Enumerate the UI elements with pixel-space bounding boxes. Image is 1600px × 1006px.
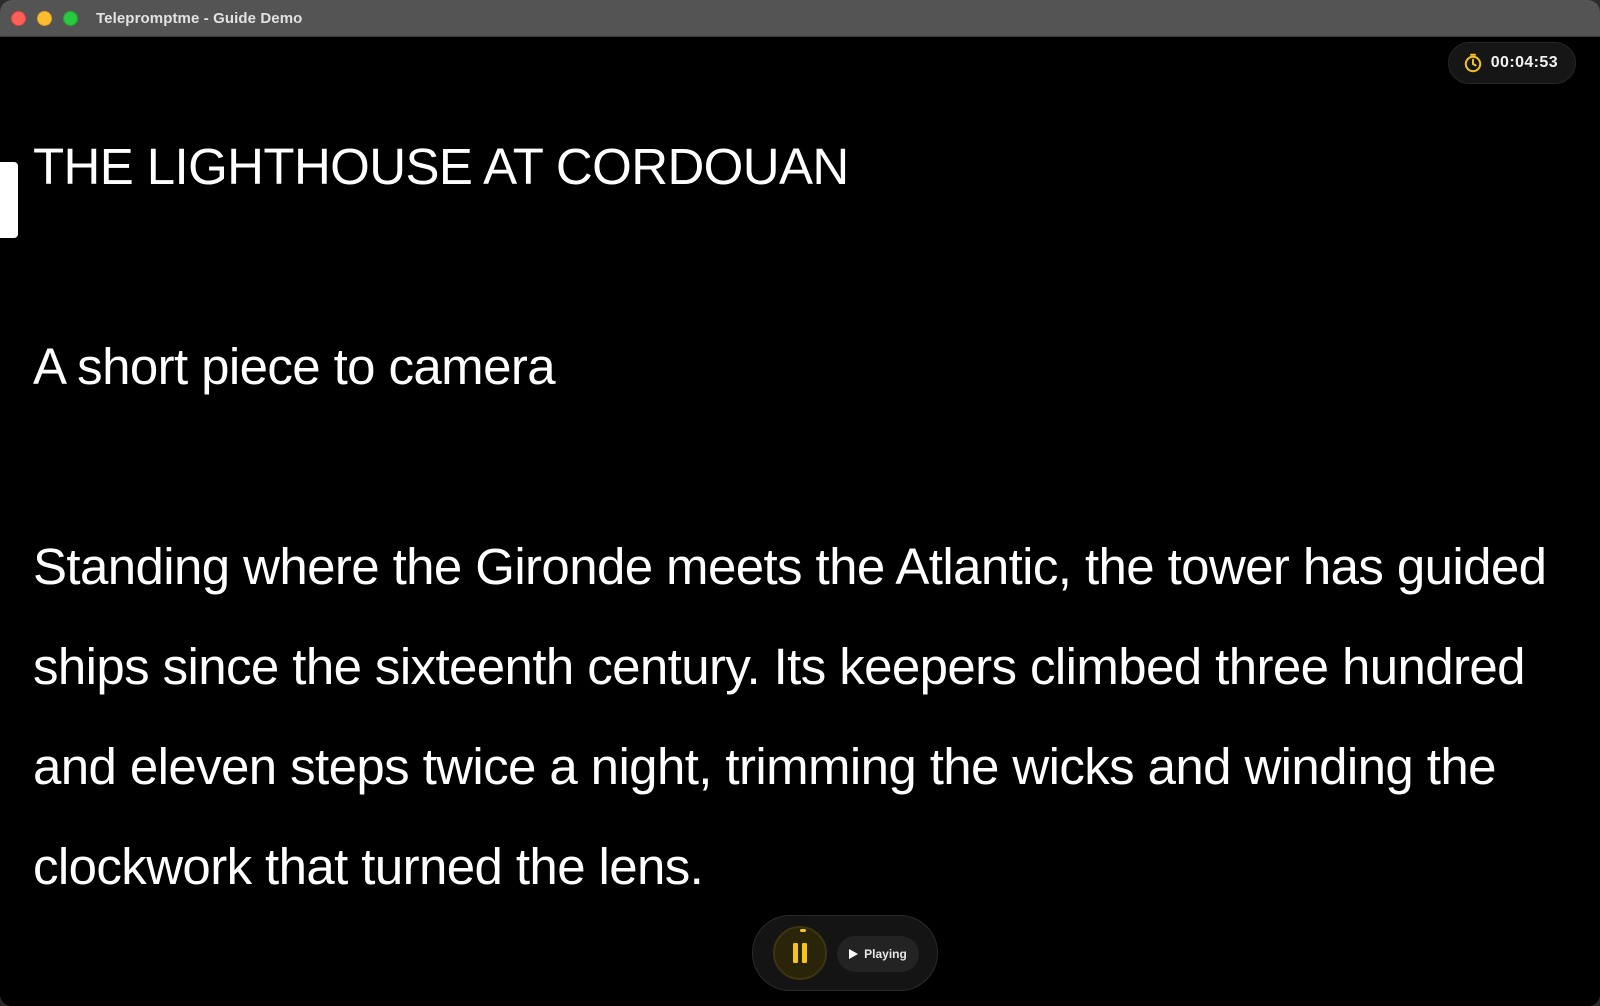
close-window-button[interactable]	[11, 11, 26, 26]
script-line: and eleven steps twice a night, trimming…	[33, 738, 1496, 795]
playback-status-label: Playing	[864, 947, 907, 961]
script-line: clockwork that turned the lens.	[33, 838, 704, 895]
app-window: Telepromptme - Guide Demo 00:04:53 THE L…	[0, 0, 1600, 1006]
timer-icon	[1464, 53, 1481, 73]
elapsed-timer: 00:04:53	[1447, 42, 1576, 84]
title-bar: Telepromptme - Guide Demo	[0, 0, 1600, 37]
timer-value: 00:04:53	[1490, 54, 1558, 71]
script-line: ships since the sixteenth century. Its k…	[33, 638, 1526, 695]
script-text: THE LIGHTHOUSE AT CORDOUAN A short piece…	[33, 117, 1593, 917]
play-icon	[849, 949, 859, 959]
pause-icon	[793, 943, 807, 963]
window-title: Telepromptme - Guide Demo	[96, 10, 303, 27]
progress-indicator	[800, 929, 806, 932]
pause-button[interactable]	[773, 926, 827, 980]
playback-status[interactable]: Playing	[837, 936, 919, 972]
playback-controls: Playing	[752, 915, 938, 991]
minimize-window-button[interactable]	[37, 11, 52, 26]
script-subtitle: A short piece to camera	[33, 338, 556, 395]
zoom-window-button[interactable]	[63, 11, 78, 26]
reading-position-marker	[0, 162, 18, 238]
script-title: THE LIGHTHOUSE AT CORDOUAN	[33, 138, 849, 195]
teleprompter-view[interactable]: 00:04:53 THE LIGHTHOUSE AT CORDOUAN A sh…	[0, 37, 1600, 1006]
script-line: Standing where the Gironde meets the Atl…	[33, 538, 1547, 595]
